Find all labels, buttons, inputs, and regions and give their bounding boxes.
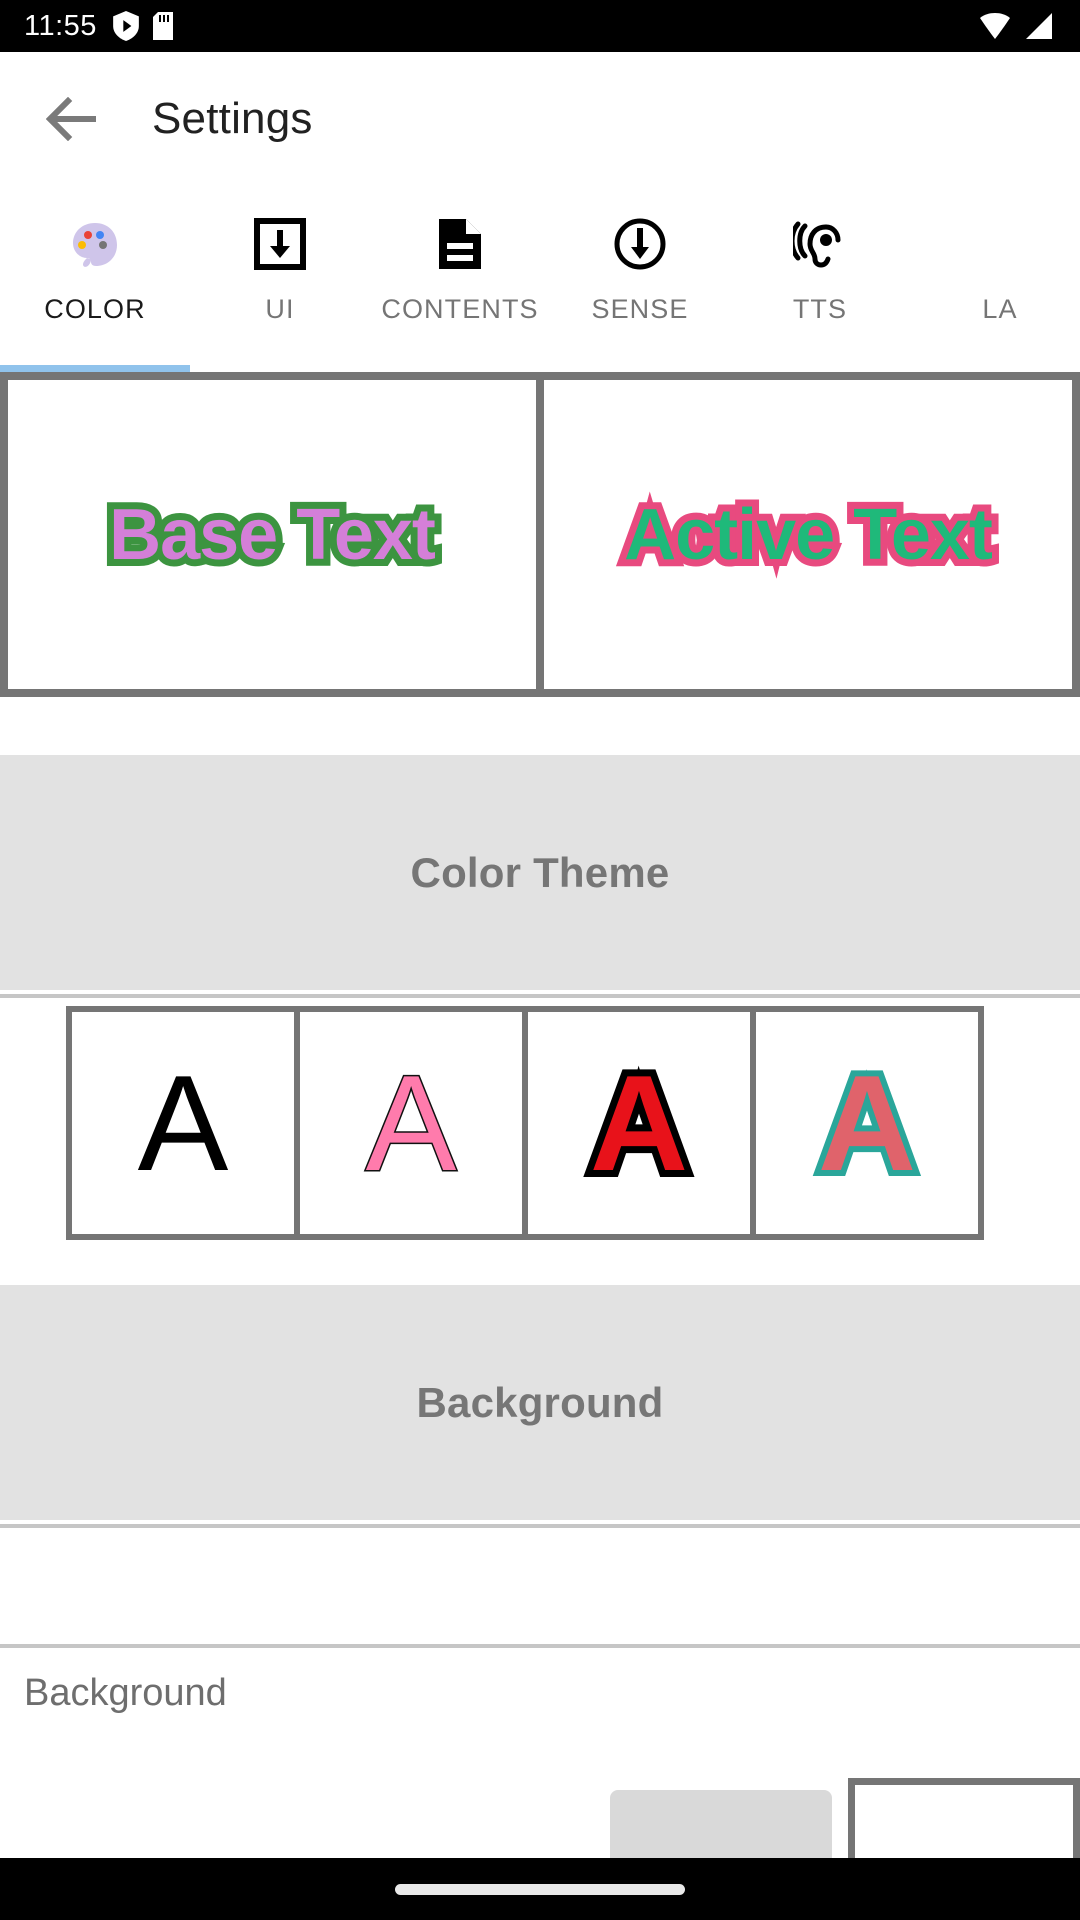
home-gesture-pill[interactable] bbox=[395, 1883, 685, 1895]
tab-tts[interactable]: TTS bbox=[730, 186, 910, 325]
active-text-sample: Active Text bbox=[617, 488, 1000, 582]
swatch-letter-2: A bbox=[364, 1047, 458, 1199]
arrow-down-circle-icon bbox=[613, 216, 667, 272]
text-preview-strip: Base Text Active Text bbox=[0, 372, 1080, 697]
cell-signal-icon bbox=[1026, 13, 1052, 39]
status-bar-clock: 11:55 bbox=[24, 9, 97, 42]
status-bar: 11:55 bbox=[0, 0, 1080, 52]
section-title-color-theme: Color Theme bbox=[410, 848, 670, 896]
settings-tab-bar[interactable]: COLOR UI CONTENTS SENSE TTS LA bbox=[0, 186, 1080, 372]
color-theme-swatch-1[interactable]: A bbox=[72, 1012, 294, 1234]
tab-sense[interactable]: SENSE bbox=[550, 186, 730, 325]
palette-icon bbox=[68, 216, 122, 272]
divider-background bbox=[0, 1524, 1080, 1528]
document-icon bbox=[436, 216, 484, 272]
download-box-icon bbox=[254, 216, 306, 272]
tab-label-language: LA bbox=[982, 294, 1018, 324]
tab-label-tts: TTS bbox=[792, 294, 848, 324]
tab-contents[interactable]: CONTENTS bbox=[370, 186, 550, 325]
hearing-ear-icon bbox=[793, 216, 847, 272]
section-header-background: Background bbox=[0, 1285, 1080, 1520]
tab-label-contents: CONTENTS bbox=[381, 294, 539, 324]
section-header-color-theme: Color Theme bbox=[0, 755, 1080, 990]
status-bar-system-icons bbox=[978, 13, 1054, 39]
base-text-sample: Base Text bbox=[102, 488, 443, 582]
tab-label-sense: SENSE bbox=[591, 294, 689, 324]
tab-color[interactable]: COLOR bbox=[0, 186, 190, 325]
tab-strip: COLOR UI CONTENTS SENSE TTS LA bbox=[0, 186, 1080, 372]
background-row-label: Background bbox=[24, 1672, 227, 1714]
swatch-letter-4: A bbox=[812, 1047, 922, 1199]
color-theme-swatch-row: A A A A bbox=[66, 1006, 984, 1240]
color-theme-swatch-3[interactable]: A bbox=[528, 1012, 750, 1234]
app-screen: 11:55 Settings COLOR UI CONTENTS SENSE T… bbox=[0, 0, 1080, 1920]
divider-color-theme bbox=[0, 994, 1080, 998]
arrow-left-icon bbox=[46, 97, 96, 141]
page-title: Settings bbox=[152, 94, 313, 143]
base-text-preview[interactable]: Base Text bbox=[8, 380, 536, 689]
status-bar-notification-icons bbox=[113, 11, 173, 41]
section-title-background: Background bbox=[416, 1378, 664, 1426]
swatch-letter-1: A bbox=[137, 1047, 229, 1199]
tab-active-indicator bbox=[0, 365, 190, 372]
system-navigation-bar bbox=[0, 1858, 1080, 1920]
active-text-preview[interactable]: Active Text bbox=[544, 380, 1072, 689]
divider-background-row bbox=[0, 1644, 1080, 1648]
wifi-icon bbox=[980, 13, 1010, 39]
sd-card-icon bbox=[152, 12, 173, 40]
app-toolbar: Settings bbox=[0, 52, 1080, 186]
color-theme-swatch-4[interactable]: A bbox=[756, 1012, 978, 1234]
tab-ui[interactable]: UI bbox=[190, 186, 370, 325]
tab-label-color: COLOR bbox=[44, 294, 146, 324]
tab-label-ui: UI bbox=[265, 294, 295, 324]
shield-play-icon bbox=[113, 11, 139, 41]
tab-language[interactable]: LA bbox=[910, 186, 1080, 325]
swatch-letter-3: A bbox=[583, 1047, 695, 1199]
color-theme-swatch-2[interactable]: A bbox=[300, 1012, 522, 1234]
back-button[interactable] bbox=[24, 71, 120, 167]
